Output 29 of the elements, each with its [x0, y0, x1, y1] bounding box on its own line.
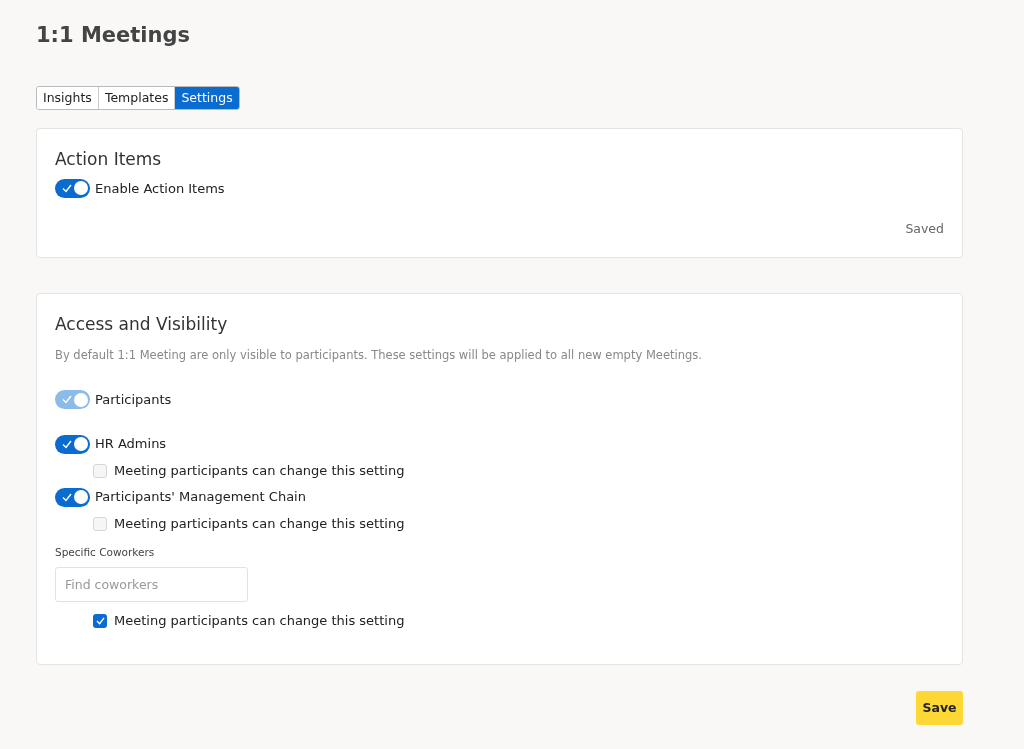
checkbox[interactable] — [93, 516, 107, 531]
checkbox[interactable] — [93, 463, 107, 478]
toggle-label: Enable Action Items — [95, 179, 225, 198]
check-icon — [62, 492, 72, 502]
page-title: 1:1 Meetings — [36, 22, 192, 48]
check-icon — [62, 395, 72, 404]
toggle-label: HR Admins — [95, 435, 167, 454]
toggle-label: Participants' Management Chain — [95, 488, 306, 507]
toggle-switch[interactable] — [55, 178, 90, 198]
save-status: Saved — [905, 220, 944, 239]
field-label: Specific Coworkers — [55, 545, 155, 561]
checkbox-label: Meeting participants can change this setting — [114, 612, 405, 630]
toggle-switch[interactable] — [55, 487, 90, 507]
save-button[interactable]: Save — [916, 691, 963, 725]
section-title: Action Items — [55, 148, 163, 171]
checkbox-label: Meeting participants can change this setting — [114, 514, 405, 533]
checkbox[interactable] — [93, 613, 107, 628]
check-icon — [62, 439, 72, 449]
tab[interactable]: Templates — [97, 87, 175, 109]
tab[interactable]: Settings — [174, 87, 239, 109]
toggle-label: Participants — [95, 390, 172, 409]
toggle-switch[interactable] — [55, 434, 90, 454]
section-title: Access and Visibility — [55, 313, 229, 336]
section-description: By default 1:1 Meeting are only visible to participants. These settings will be applied to all new empty Meetings. — [55, 346, 703, 364]
tab[interactable]: Insights — [37, 87, 98, 109]
checkbox-label: Meeting participants can change this setting — [114, 461, 405, 480]
coworker-search-field[interactable]: Find coworkers — [55, 567, 248, 602]
check-icon — [62, 183, 72, 193]
check-icon — [95, 616, 105, 625]
